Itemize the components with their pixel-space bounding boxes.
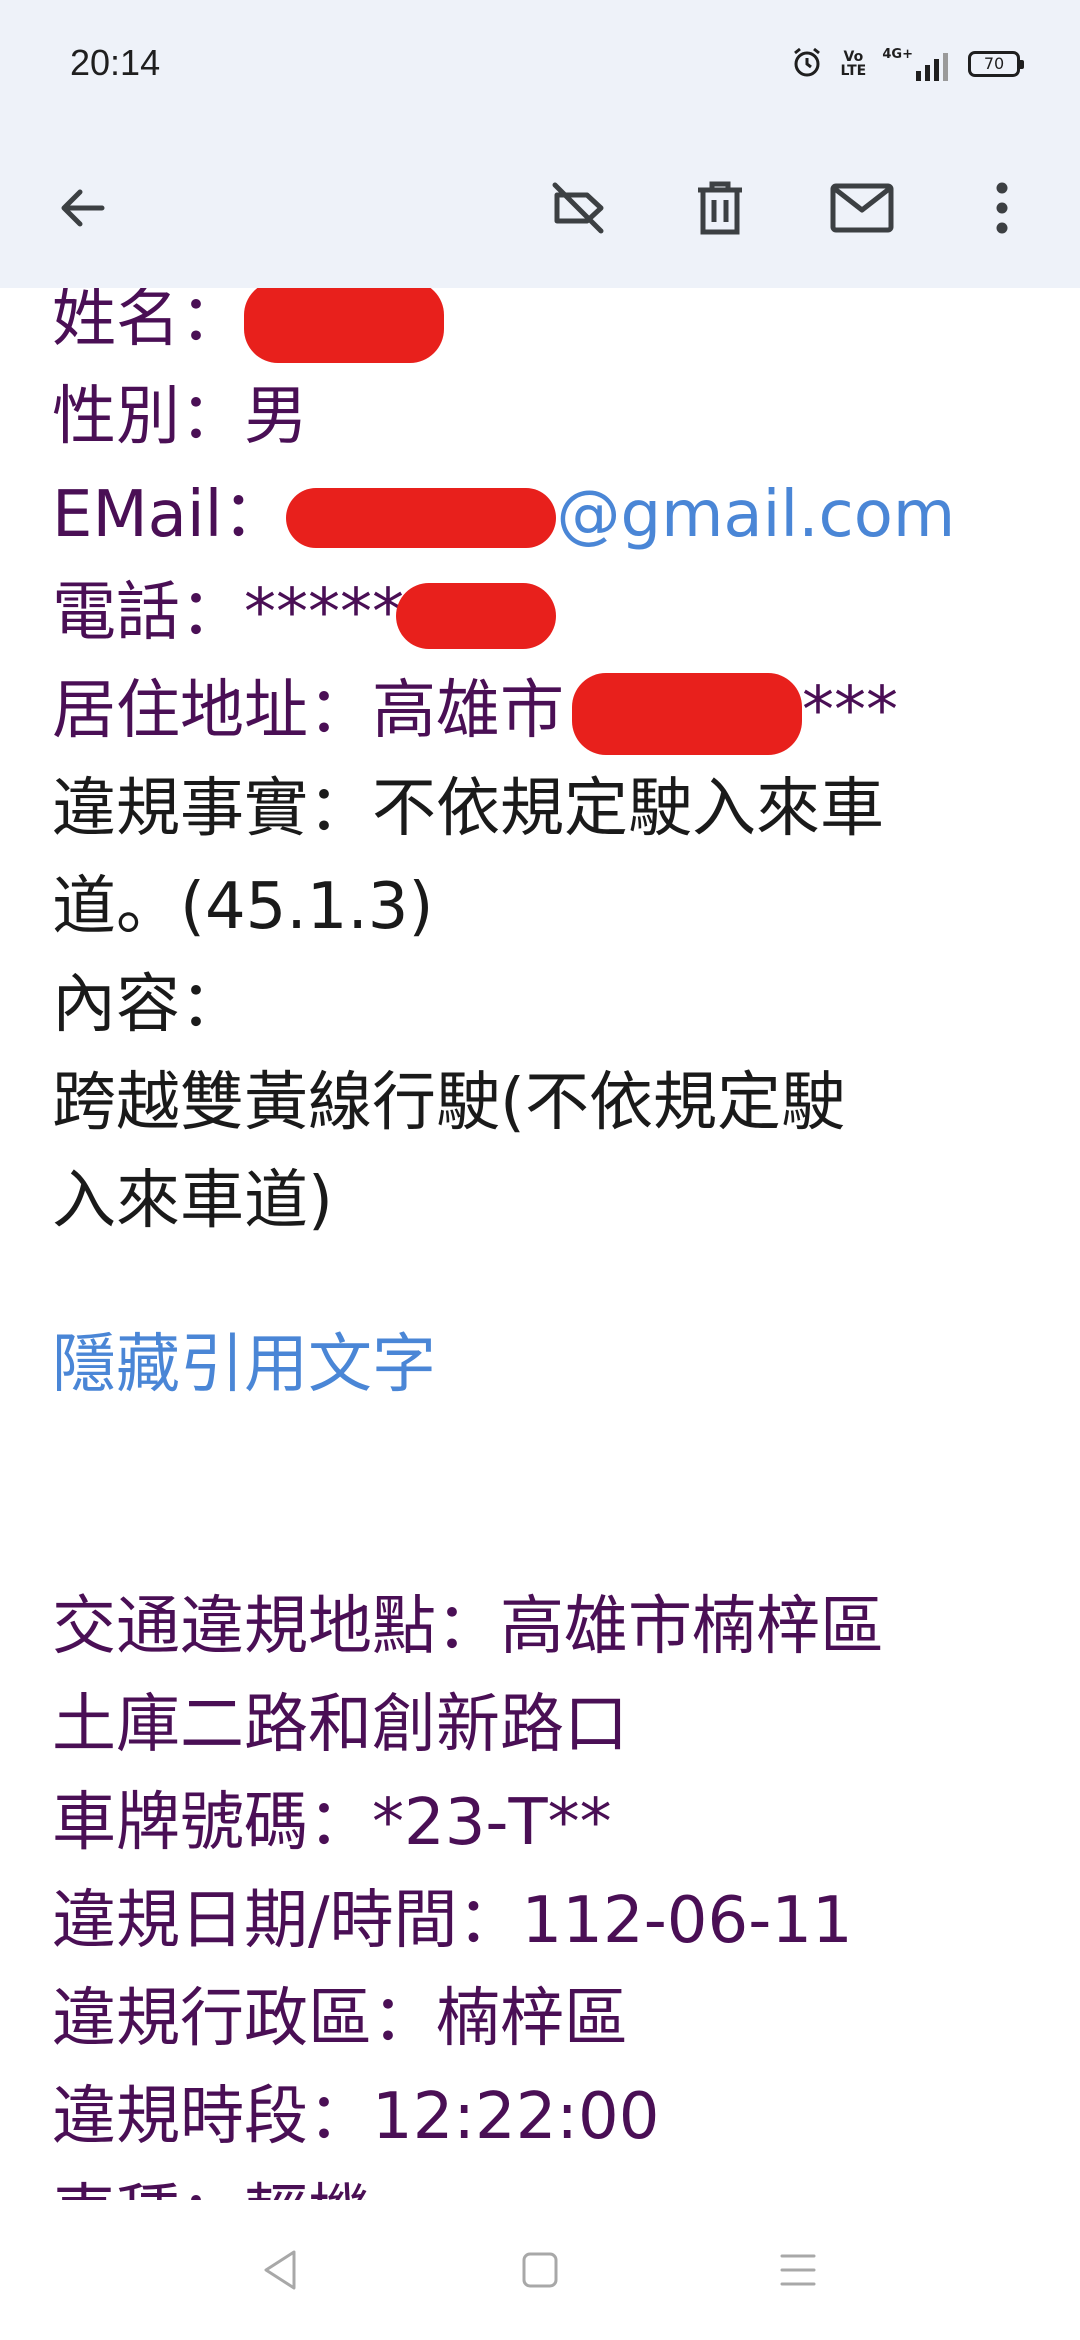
top-app-bar: 20:14 Vo LTE 4G+ 70 [0, 0, 1080, 288]
phone-label: 電話： [52, 576, 244, 650]
back-button[interactable] [34, 160, 130, 256]
network-type-label: 4G+ [882, 47, 913, 62]
triangle-back-icon [264, 2250, 296, 2290]
email-line: EMail： @gmail.com [52, 466, 1042, 564]
violation-time-line: 違規時段：12:22:00 [52, 2080, 660, 2154]
menu-lines-icon [780, 2254, 816, 2286]
square-home-icon [522, 2252, 558, 2288]
email-domain-link[interactable]: @gmail.com [556, 478, 955, 552]
alarm-icon [790, 45, 824, 83]
violation-datetime-line: 違規日期/時間：112-06-11 [52, 1884, 853, 1958]
violation-location-line-2: 土庫二路和創新路口 [52, 1688, 628, 1762]
email-label: EMail： [52, 478, 287, 552]
status-clock: 20:14 [70, 42, 161, 83]
hide-quoted-text-link[interactable]: 隱藏引用文字 [52, 1316, 1042, 1414]
name-label: 姓名： [52, 282, 244, 356]
gender-label: 性別： [52, 380, 244, 454]
more-options-button[interactable] [954, 160, 1050, 256]
status-icons: Vo LTE 4G+ 70 [790, 44, 1024, 84]
signal-4g-icon: 4G+ [882, 47, 952, 81]
phone-line: 電話：***** [52, 564, 1042, 662]
delete-button[interactable] [672, 160, 768, 256]
violation-fact-line: 違規事實：不依規定駛入來車 [52, 760, 1042, 858]
system-nav-bar [0, 2200, 1080, 2340]
label-off-icon [552, 182, 604, 234]
violation-location-line-1: 交通違規地點：高雄市楠梓區 [52, 1590, 884, 1664]
mail-icon [830, 183, 894, 233]
address-label: 居住地址： [52, 674, 372, 748]
violation-fact-value: 不依規定駛入來車 [372, 772, 884, 846]
nav-back-button[interactable] [250, 2240, 310, 2300]
nav-home-button[interactable] [510, 2240, 570, 2300]
email-body: 姓名： 性別：男 EMail： @gmail.com 電話：***** 居住地址：… [52, 270, 1042, 2210]
phone-value: ***** [244, 576, 404, 650]
content-line-1: 跨越雙黃線行駛(不依規定駛 [52, 1066, 845, 1140]
arrow-left-icon [61, 189, 105, 227]
violation-fact-label: 違規事實： [52, 772, 372, 846]
redacted-address [572, 673, 802, 756]
redacted-phone [396, 583, 556, 650]
status-bar: 20:14 Vo LTE 4G+ 70 [0, 0, 1080, 130]
mark-unread-button[interactable] [814, 160, 910, 256]
battery-icon: 70 [968, 51, 1024, 77]
violation-fact-continued: 道。(45.1.3) [52, 870, 434, 944]
content-line-2: 入來車道) [52, 1164, 333, 1238]
more-vertical-icon [996, 182, 1008, 234]
battery-level: 70 [983, 54, 1005, 73]
trash-icon [698, 181, 742, 235]
redacted-email-user [286, 488, 557, 549]
address-tail: *** [802, 674, 898, 748]
gender-line: 性別：男 [52, 368, 1042, 466]
redacted-name [244, 281, 444, 364]
plate-number-line: 車牌號碼：*23-T** [52, 1786, 612, 1860]
address-line: 居住地址：高雄市 *** [52, 662, 1042, 760]
remove-label-button[interactable] [530, 160, 626, 256]
nav-recents-button[interactable] [768, 2240, 828, 2300]
gender-value: 男 [244, 380, 308, 454]
email-toolbar [0, 130, 1080, 288]
content-label: 內容： [52, 968, 244, 1042]
violation-district-line: 違規行政區：楠梓區 [52, 1982, 628, 2056]
volte-icon: Vo LTE [840, 49, 867, 79]
address-city: 高雄市 [372, 674, 564, 748]
